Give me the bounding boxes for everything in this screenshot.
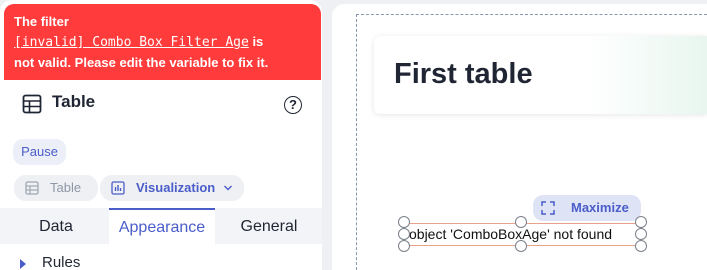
invalid-variable-link[interactable]: [invalid] Combo Box Filter Age [14, 35, 249, 50]
bar-chart-icon [111, 181, 125, 195]
filter-error-banner: The filter [invalid] Combo Box Filter Ag… [4, 4, 321, 80]
widget-error-message: object 'ComboBoxAge' not found [409, 226, 613, 242]
visualization-label: Visualization [136, 180, 216, 195]
resize-handle-top-left[interactable] [398, 216, 410, 228]
pause-button[interactable]: Pause [13, 139, 66, 165]
resize-handle-bottom-right[interactable] [635, 240, 647, 252]
properties-panel: The filter [invalid] Combo Box Filter Ag… [0, 0, 322, 270]
resize-handle-bottom[interactable] [515, 240, 527, 252]
resize-handle-left[interactable] [398, 228, 410, 240]
rules-label: Rules [42, 254, 81, 270]
tab-appearance[interactable]: Appearance [109, 208, 215, 246]
visualization-dropdown[interactable]: Visualization [100, 175, 244, 201]
maximize-label: Maximize [571, 200, 629, 215]
table-mode-button[interactable]: Table [14, 175, 98, 201]
error-line-1: The filter [14, 14, 69, 29]
chevron-down-icon [224, 185, 232, 191]
resize-handle-top[interactable] [515, 216, 527, 228]
panel-title: Table [52, 92, 96, 111]
error-line-2-suffix: is [252, 34, 264, 49]
table-mode-label: Table [50, 180, 82, 195]
card-title: First table [394, 58, 533, 90]
table-icon [25, 181, 39, 195]
resize-handle-top-right[interactable] [635, 216, 647, 228]
rules-section[interactable]: Rules [0, 246, 322, 270]
title-card[interactable]: First table [374, 36, 707, 114]
tab-general[interactable]: General [226, 208, 312, 244]
maximize-icon [541, 201, 555, 215]
error-line-3: not valid. Please edit the variable to f… [14, 55, 269, 70]
table-icon [22, 94, 42, 114]
card-gradient [587, 36, 707, 114]
maximize-button[interactable]: Maximize [533, 195, 641, 221]
help-icon[interactable]: ? [284, 96, 302, 114]
tab-data[interactable]: Data [18, 208, 94, 244]
resize-handle-right[interactable] [635, 228, 647, 240]
panel-header: Table ? [0, 88, 322, 124]
expand-caret-icon [20, 259, 26, 269]
resize-handle-bottom-left[interactable] [398, 240, 410, 252]
